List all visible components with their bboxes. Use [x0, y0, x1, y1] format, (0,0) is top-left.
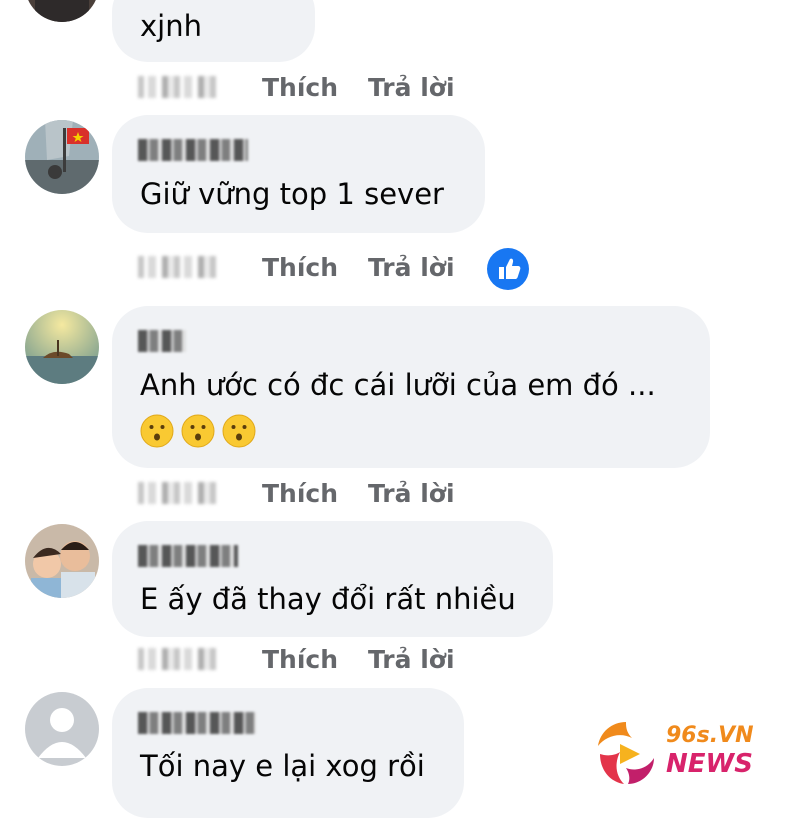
comment-text: Anh ước có đc cái lưỡi của em đó ... [140, 368, 656, 402]
comment-timestamp[interactable] [138, 76, 216, 98]
comment-author[interactable]: ■■■ ■■ [138, 712, 256, 734]
comment-avatar[interactable] [25, 692, 99, 766]
comment-bubble: xjnh [112, 0, 315, 62]
like-button[interactable]: Thích [262, 253, 338, 282]
like-button[interactable]: Thích [262, 645, 338, 674]
watermark-line2: NEWS [666, 749, 753, 779]
reply-button[interactable]: Trả lời [368, 73, 455, 102]
comment-bubble: ■■ ■■ E ấy đã thay đổi rất nhiều [112, 521, 553, 637]
comment-author[interactable]: ■■ ■■ [138, 545, 238, 567]
comment-author[interactable]: ■■ [138, 330, 186, 352]
comment-timestamp[interactable] [138, 256, 216, 278]
comment-avatar[interactable] [25, 310, 99, 384]
comment-text: Giữ vững top 1 sever [140, 177, 444, 211]
comment-actions: Thích Trả lời [138, 478, 538, 508]
comment-text: Tối nay e lại xog rồi [140, 749, 425, 783]
watermark-line1: 96s.VN [666, 723, 754, 748]
emoji-row [140, 414, 256, 448]
hand-over-mouth-emoji-icon [140, 414, 174, 448]
reply-button[interactable]: Trả lời [368, 645, 455, 674]
hand-over-mouth-emoji-icon [222, 414, 256, 448]
comment-actions: Thích Trả lời [138, 72, 538, 102]
comment-actions: Thích Trả lời [138, 248, 538, 290]
comment-avatar[interactable] [25, 120, 99, 194]
comment-bubble: ■■ ■■ Giữ vững top 1 sever [112, 115, 485, 233]
default-profile-icon [25, 692, 99, 766]
like-button[interactable]: Thích [262, 73, 338, 102]
reply-button[interactable]: Trả lời [368, 253, 455, 282]
comment-timestamp[interactable] [138, 482, 216, 504]
comment-author[interactable]: ■■ ■■ [138, 139, 248, 161]
comment-timestamp[interactable] [138, 648, 216, 670]
comment-actions: Thích Trả lời [138, 644, 538, 674]
comment-avatar[interactable] [25, 524, 99, 598]
comment-text: xjnh [140, 9, 202, 43]
like-reaction-icon[interactable] [487, 248, 529, 290]
comment-bubble: ■■■ ■■ Tối nay e lại xog rồi [112, 688, 464, 818]
comment-bubble: ■■ Anh ước có đc cái lưỡi của em đó ... [112, 306, 710, 468]
comment-text: E ấy đã thay đổi rất nhiều [140, 582, 516, 616]
comment-avatar[interactable] [25, 0, 99, 22]
watermark-logo: 96s.VN NEWS [588, 716, 788, 800]
watermark-text: 96s.VN NEWS [666, 722, 754, 778]
reply-button[interactable]: Trả lời [368, 479, 455, 508]
hand-over-mouth-emoji-icon [181, 414, 215, 448]
like-button[interactable]: Thích [262, 479, 338, 508]
96s-logo-icon [598, 722, 654, 784]
